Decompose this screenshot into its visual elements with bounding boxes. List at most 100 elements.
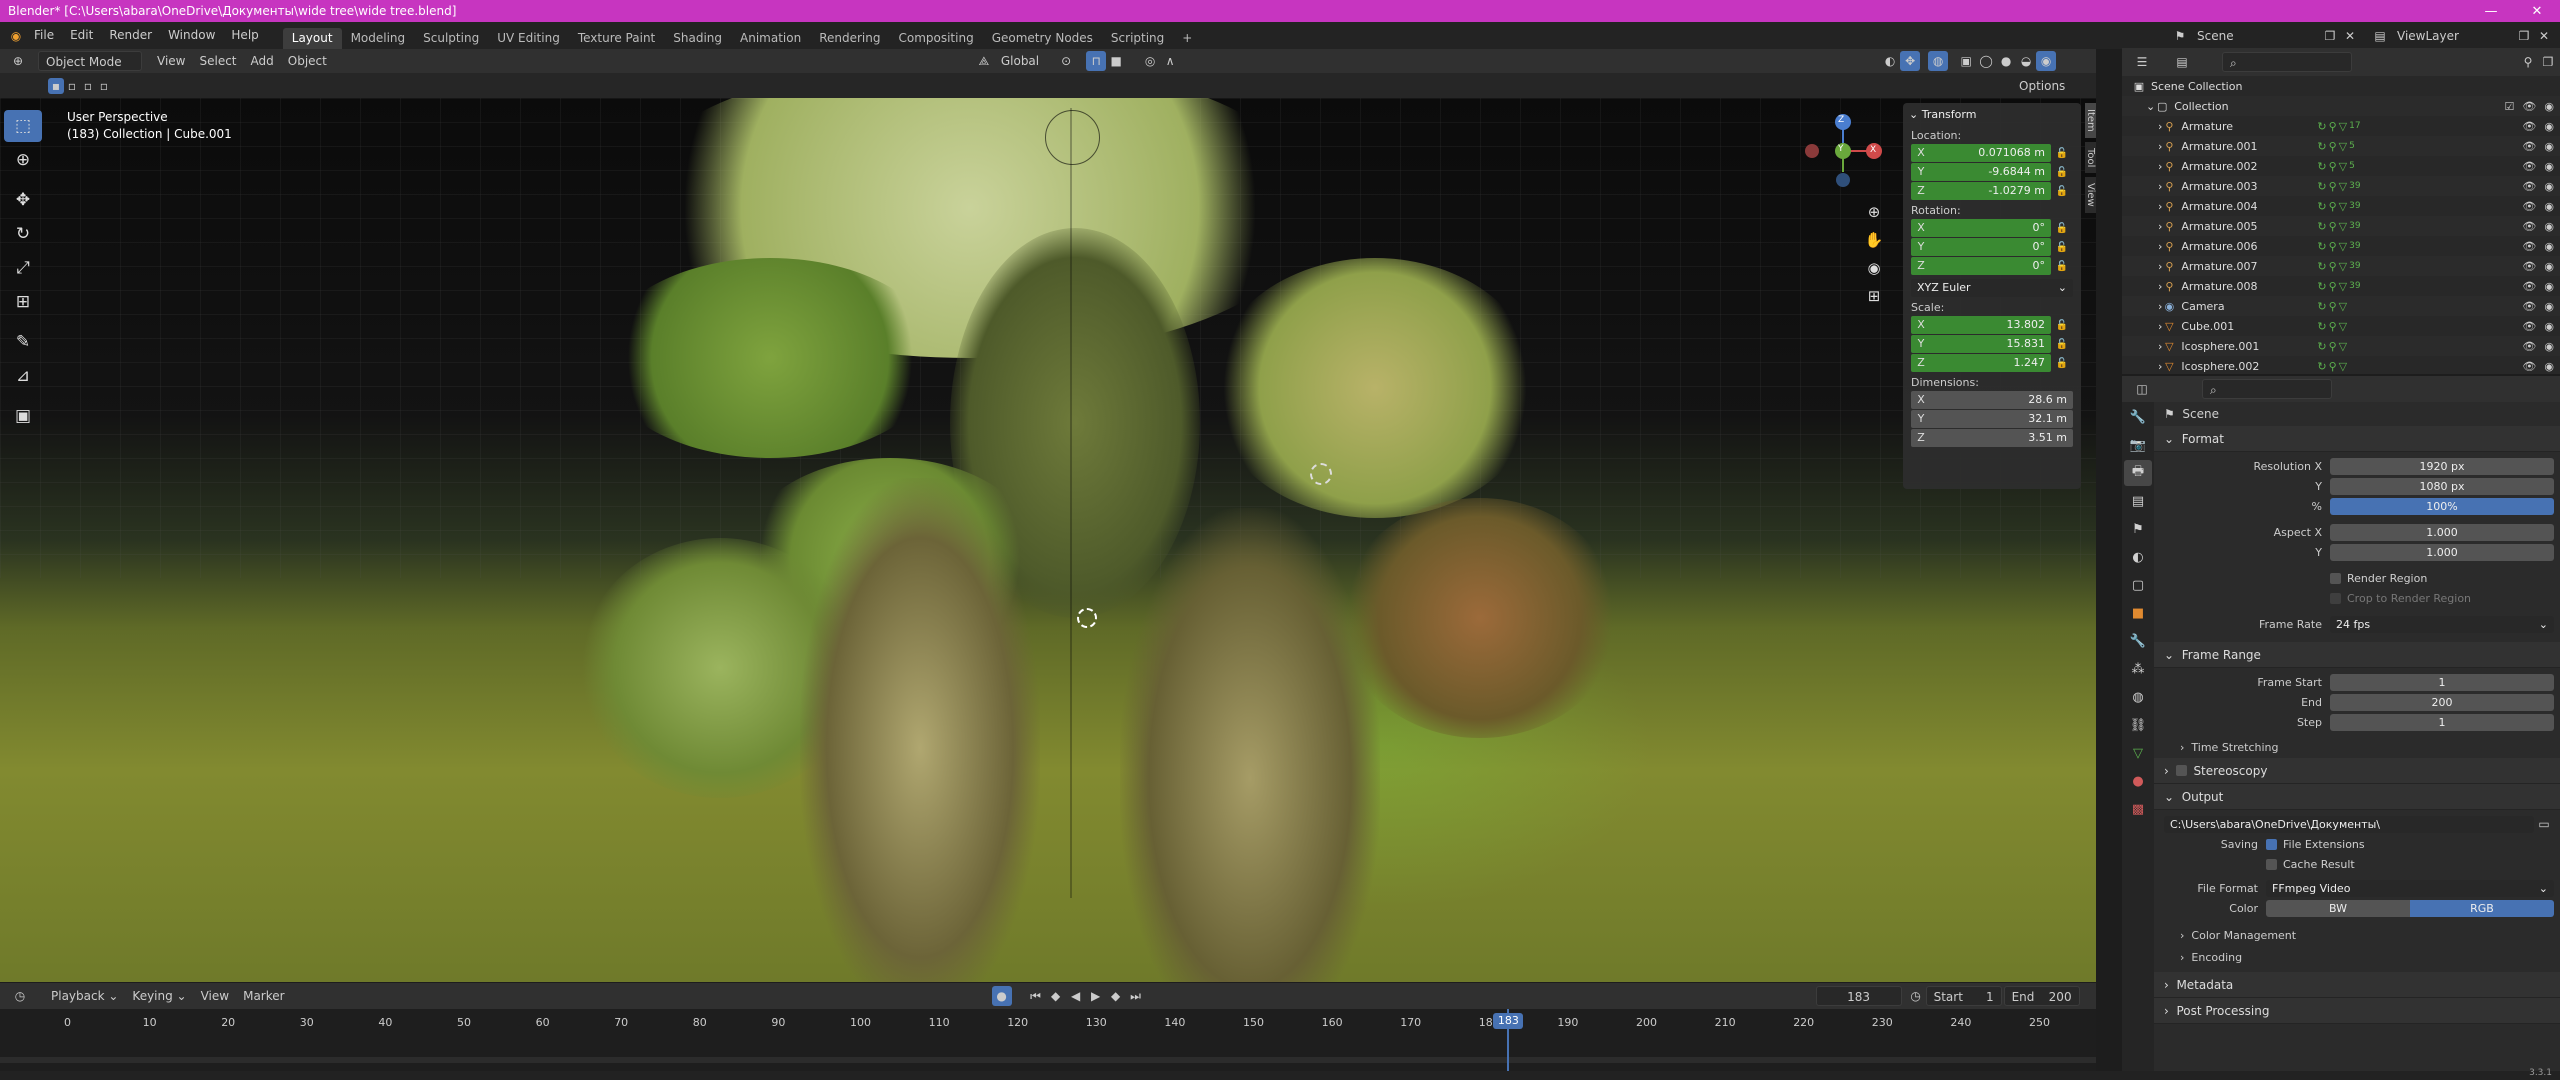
shading-material-icon[interactable]: ◒ [2016,51,2036,71]
tab-modeling[interactable]: Modeling [342,28,415,49]
next-keyframe-icon[interactable]: ◆ [1106,986,1126,1006]
xray-icon[interactable]: ▣ [1956,51,1976,71]
location-x-field[interactable]: X 0.071068 m 🔓 [1911,144,2073,162]
outliner-row[interactable]: › ⚲ Armature.006 ↻⚲▽ 39 👁 ◉ [2122,236,2560,256]
frame-step-field[interactable]: 1 [2330,713,2554,731]
frame-rate-dropdown[interactable]: 24 fps ⌄ [2330,615,2554,633]
camera-icon[interactable]: ◉ [2544,360,2554,373]
transform-orientation-dropdown[interactable]: Global [994,51,1046,71]
frame-end-field[interactable]: 200 [2330,693,2554,711]
frame-start-field[interactable]: 1 [2330,673,2554,691]
eye-icon[interactable]: 👁 [2522,160,2536,173]
camera-icon[interactable]: ◉ [2544,240,2554,253]
cache-result-checkbox[interactable]: Cache Result [2266,858,2554,871]
output-section-header[interactable]: ⌄ Output [2154,784,2560,810]
end-frame-field[interactable]: End 200 [2003,986,2080,1006]
tab-rendering[interactable]: Rendering [810,28,889,49]
object-mode-dropdown[interactable]: Object Mode ⌄ [38,51,142,89]
eye-icon[interactable]: 👁 [2522,140,2536,153]
lock-icon[interactable]: 🔓 [2051,223,2073,234]
select-box-tool-icon[interactable]: ⬚ [4,110,42,142]
menu-add[interactable]: Add [244,51,281,71]
tab-texture-paint[interactable]: Texture Paint [569,28,664,49]
shading-wireframe-icon[interactable]: ◯ [1976,51,1996,71]
eye-icon[interactable]: 👁 [2522,100,2536,113]
file-format-dropdown[interactable]: FFmpeg Video ⌄ [2266,879,2554,897]
data-tab-icon[interactable]: ▽ [2124,740,2152,766]
menu-playback[interactable]: Playback ⌄ [44,986,125,1006]
dimensions-z-field[interactable]: Z 3.51 m [1911,429,2073,447]
particles-tab-icon[interactable]: ⁂ [2124,656,2152,682]
menu-select[interactable]: Select [192,51,243,71]
scale-z-field[interactable]: Z 1.247 🔓 [1911,354,2073,372]
output-tab-icon[interactable]: 🖶 [2124,460,2152,486]
lock-icon[interactable]: 🔓 [2051,261,2073,272]
tool-tab-icon[interactable]: 🔧 [2124,404,2152,430]
proportional-edit-icon[interactable]: ◎ [1140,51,1160,71]
tab-geometry-nodes[interactable]: Geometry Nodes [983,28,1102,49]
options-dropdown[interactable]: Options [2012,76,2072,96]
aspect-y-field[interactable]: 1.000 [2330,543,2554,561]
output-path-field[interactable]: C:\Users\abara\OneDrive\Документы\ [2164,815,2534,833]
collection-row[interactable]: ⌄ ▢ Collection ☑ 👁 ◉ [2122,96,2560,116]
camera-icon[interactable]: ◉ [2544,340,2554,353]
editor-type-icon[interactable]: ⊕ [8,51,28,71]
menu-file[interactable]: File [26,22,62,49]
tab-shading[interactable]: Shading [664,28,731,49]
start-frame-field[interactable]: Start 1 [1925,986,2002,1006]
rotation-y-field[interactable]: Y 0° 🔓 [1911,238,2073,256]
dimensions-x-field[interactable]: X 28.6 m [1911,391,2073,409]
camera-icon[interactable]: ◉ [2544,120,2554,133]
collection-tab-icon[interactable]: ▢ [2124,572,2152,598]
eye-icon[interactable]: 👁 [2522,280,2536,293]
timeline-scrollbar[interactable] [0,1057,2096,1063]
autokey-record-icon[interactable]: ● [991,986,1012,1006]
camera-icon[interactable]: ◉ [2544,300,2554,313]
transform-tool-icon[interactable]: ⊞ [4,286,42,318]
rotate-tool-icon[interactable]: ↻ [4,218,42,250]
outliner-row[interactable]: › ⚲ Armature.007 ↻⚲▽ 39 👁 ◉ [2122,256,2560,276]
menu-view[interactable]: View [150,51,192,71]
outliner-row[interactable]: › ⚲ Armature.008 ↻⚲▽ 39 👁 ◉ [2122,276,2560,296]
dimensions-y-field[interactable]: Y 32.1 m [1911,410,2073,428]
eye-icon[interactable]: 👁 [2522,340,2536,353]
outliner-row[interactable]: › ⚲ Armature.002 ↻⚲▽ 5 👁 ◉ [2122,156,2560,176]
pan-hand-icon[interactable]: ✋ [1862,226,1886,254]
location-y-field[interactable]: Y -9.6844 m 🔓 [1911,163,2073,181]
camera-icon[interactable]: ◉ [2544,100,2554,113]
outliner-row[interactable]: › ⚲ Armature.004 ↻⚲▽ 39 👁 ◉ [2122,196,2560,216]
outliner-editor-icon[interactable]: ☰ [2132,52,2152,72]
new-view-layer-icon[interactable]: ❐ [2514,26,2534,46]
tab-uv-editing[interactable]: UV Editing [488,28,569,49]
jump-end-icon[interactable]: ⏭ [1126,986,1146,1006]
eye-icon[interactable]: 👁 [2522,320,2536,333]
camera-icon[interactable]: ◉ [2544,160,2554,173]
eye-icon[interactable]: 👁 [2522,220,2536,233]
constraints-tab-icon[interactable]: ⛓ [2124,712,2152,738]
properties-editor-icon[interactable]: ◫ [2132,379,2152,399]
delete-view-layer-icon[interactable]: ✕ [2534,26,2554,46]
outliner-search-input[interactable]: ⌕ [2222,52,2352,72]
scene-name[interactable]: Scene [2190,26,2290,46]
rotation-x-field[interactable]: X 0° 🔓 [1911,219,2073,237]
scale-x-field[interactable]: X 13.802 🔓 [1911,316,2073,334]
ortho-grid-icon[interactable]: ⊞ [1862,282,1886,310]
menu-object[interactable]: Object [281,51,334,71]
modifier-tab-icon[interactable]: 🔧 [2124,628,2152,654]
render-tab-icon[interactable]: 📷 [2124,432,2152,458]
outliner-row[interactable]: › ▽ Icosphere.001 ↻⚲▽ 👁 ◉ [2122,336,2560,356]
gizmo-toggle-icon[interactable]: ✥ [1900,51,1921,71]
outliner-row[interactable]: › ⚲ Armature.005 ↻⚲▽ 39 👁 ◉ [2122,216,2560,236]
outliner-row[interactable]: › ⚲ Armature ↻⚲▽ 17 👁 ◉ [2122,116,2560,136]
view-layer-name[interactable]: ViewLayer [2390,26,2500,46]
lock-icon[interactable]: 🔓 [2051,167,2073,178]
shading-rendered-icon[interactable]: ◉ [2036,51,2057,71]
camera-view-icon[interactable]: ◉ [1862,254,1886,282]
current-frame-field[interactable]: 183 [1815,986,1902,1006]
lock-icon[interactable]: 🔓 [2051,358,2073,369]
rotation-mode-dropdown[interactable]: XYZ Euler ⌄ [1911,279,2073,297]
metadata-section-header[interactable]: › Metadata [2154,972,2560,998]
shading-solid-icon[interactable]: ● [1996,51,2016,71]
jump-start-icon[interactable]: ⏮ [1026,986,1046,1006]
time-stretching-subpanel[interactable]: › Time Stretching [2154,736,2560,758]
